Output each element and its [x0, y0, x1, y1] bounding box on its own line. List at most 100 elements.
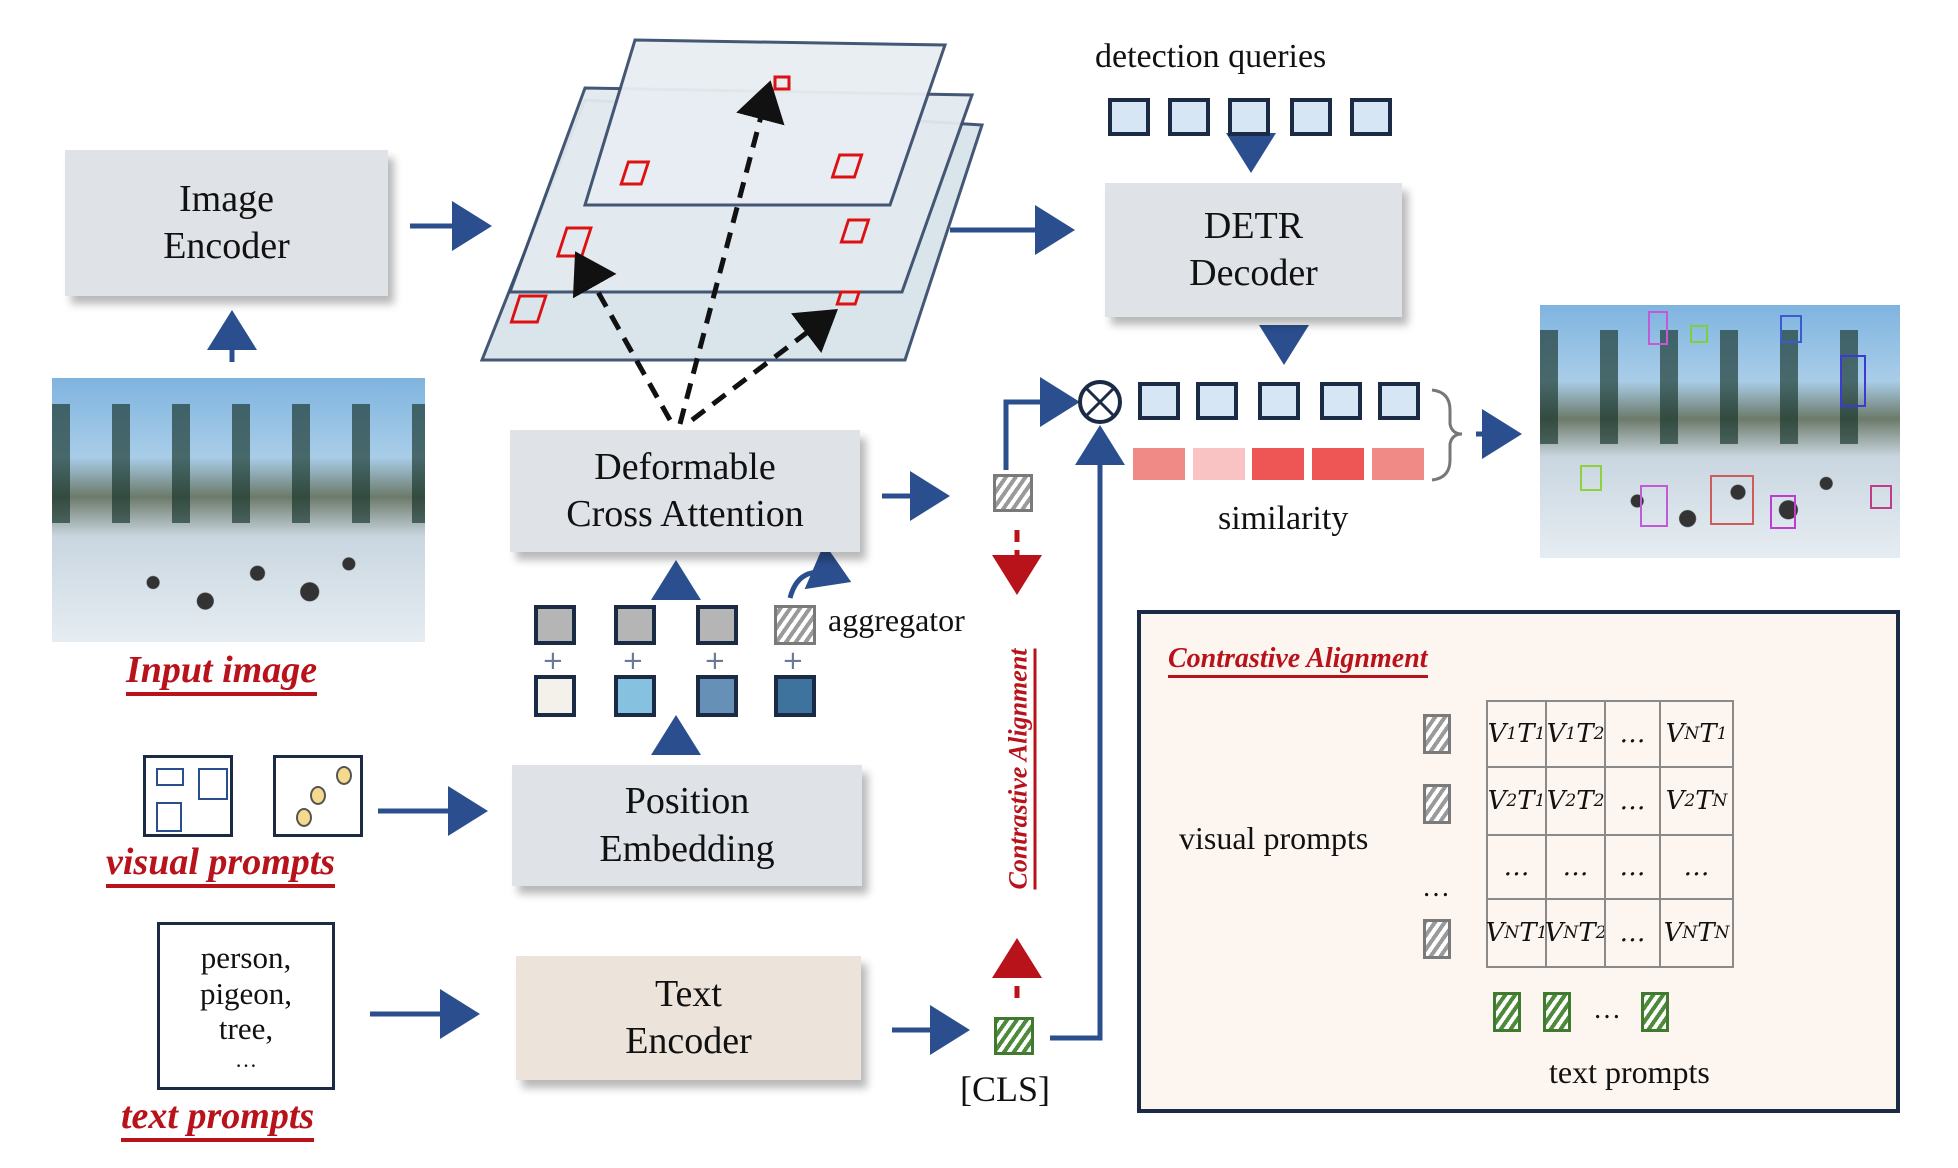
text-prompt-item: pigeon,	[199, 975, 293, 1011]
detection-box	[1870, 485, 1892, 509]
deformable-cross-attention-block: Deformable Cross Attention	[510, 430, 860, 552]
dca-line-2: Cross Attention	[566, 493, 804, 535]
matrix-cell: VNT2	[1545, 898, 1606, 968]
text-encoder-block: Text Encoder	[516, 956, 861, 1080]
position-embedding-line-2: Embedding	[599, 827, 775, 870]
input-image-label: Input image	[126, 649, 318, 696]
output-query	[1138, 382, 1180, 420]
text-prompts-box: person, pigeon, tree, …	[157, 922, 335, 1090]
similarity-label: similarity	[1218, 500, 1349, 537]
detection-box	[1780, 315, 1802, 343]
similarity-score	[1252, 448, 1304, 480]
matrix-cell: …	[1545, 834, 1606, 900]
position-token	[774, 675, 816, 717]
matrix-cell: …	[1604, 766, 1661, 836]
matrix-cell: VNT1	[1659, 700, 1734, 768]
brace	[1431, 388, 1463, 482]
output-query	[1258, 382, 1300, 420]
detection-box	[1690, 325, 1708, 343]
matrix-cell: …	[1604, 834, 1661, 900]
text-prompt-embedding	[1543, 992, 1571, 1032]
arrow-cls-to-multiply	[1050, 425, 1125, 1041]
aggregator-token	[774, 605, 816, 645]
similarity-score	[1372, 448, 1424, 480]
contrastive-alignment-vertical-label: Contrastive Alignment	[1000, 638, 1040, 900]
detection-box	[1580, 465, 1602, 491]
text-encoder-line-1: Text	[655, 972, 722, 1015]
multiply-icon	[1078, 380, 1122, 424]
matrix-cell: V1T2	[1545, 700, 1606, 768]
input-image-photo	[52, 378, 425, 642]
detection-box	[1648, 311, 1668, 345]
visual-prompt-embedding	[1423, 714, 1451, 754]
image-encoder-line-1: Image	[179, 177, 274, 220]
text-prompts-ellipsis: …	[1593, 994, 1621, 1025]
position-embedding-block: Position Embedding	[512, 765, 862, 886]
cls-label: [CLS]	[960, 1069, 1050, 1109]
matrix-cell: V1T1	[1486, 700, 1547, 768]
text-prompts-label: text prompts	[121, 1095, 315, 1142]
visual-token	[614, 605, 656, 645]
aggregator-curve-arrow	[787, 543, 852, 599]
similarity-matrix: V 1 T 1 V 1 T 2… V N T 1 V 2 T 1 V 2 T 2… V 2 T N………… V N T 1 V N T 2… V…	[1486, 700, 1740, 974]
detection-query	[1290, 98, 1332, 136]
similarity-score	[1133, 448, 1185, 480]
plus-sign: +	[622, 646, 644, 676]
aggregator-label: aggregator	[828, 602, 965, 638]
matrix-cell: …	[1486, 834, 1547, 900]
visual-token	[696, 605, 738, 645]
cls-text-embedding	[994, 1017, 1034, 1055]
detection-query	[1350, 98, 1392, 136]
visual-prompts-ellipsis: …	[1422, 872, 1450, 903]
output-query	[1378, 382, 1420, 420]
feature-pyramid	[479, 38, 985, 425]
output-detection-image	[1540, 305, 1900, 558]
detection-box	[1710, 475, 1754, 525]
text-prompt-embedding	[1493, 992, 1521, 1032]
image-encoder-line-2: Encoder	[163, 225, 290, 267]
visual-prompts-label: visual prompts	[106, 841, 336, 888]
point-prompt-icon	[273, 755, 363, 837]
plus-sign: +	[782, 646, 804, 676]
position-token	[534, 675, 576, 717]
similarity-score	[1193, 448, 1245, 480]
position-embedding-line-1: Position	[624, 780, 750, 822]
text-prompt-embedding	[1641, 992, 1669, 1032]
contrastive-alignment-title: Contrastive Alignment	[1168, 643, 1428, 678]
detr-decoder-line-1: DETR	[1203, 204, 1304, 247]
matrix-cell: V2T2	[1545, 766, 1606, 836]
matrix-cell: …	[1604, 700, 1661, 768]
dca-line-1: Deformable	[594, 445, 776, 488]
detection-query	[1168, 98, 1210, 136]
similarity-score	[1312, 448, 1364, 480]
contrastive-alignment-panel: Contrastive Alignment visual prompts tex…	[1137, 610, 1900, 1113]
detection-box	[1770, 495, 1796, 529]
output-query	[1196, 382, 1238, 420]
matrix-cell: VNT1	[1486, 898, 1547, 968]
text-prompt-item: person,	[200, 939, 292, 975]
detection-query	[1108, 98, 1150, 136]
visual-prompt-embedding	[1423, 919, 1451, 959]
visual-prompts-axis-label: visual prompts	[1179, 820, 1369, 856]
visual-token	[534, 605, 576, 645]
arrow-aggregated-to-multiply	[1003, 377, 1080, 470]
detr-decoder-line-2: Decoder	[1189, 252, 1318, 294]
matrix-cell: V2TN	[1659, 766, 1734, 836]
matrix-cell: V2T1	[1486, 766, 1547, 836]
text-prompt-item: tree,	[218, 1011, 274, 1047]
output-query	[1320, 382, 1362, 420]
text-prompt-item: …	[235, 1046, 257, 1072]
detection-query	[1228, 98, 1270, 136]
plus-sign: +	[704, 646, 726, 676]
position-token	[614, 675, 656, 717]
matrix-cell: VNTN	[1659, 898, 1734, 968]
matrix-cell: …	[1659, 834, 1734, 900]
detection-box	[1640, 485, 1668, 527]
text-prompts-axis-label: text prompts	[1549, 1054, 1710, 1090]
aggregated-visual-embedding	[993, 474, 1033, 512]
image-encoder-block: Image Encoder	[65, 150, 388, 296]
detection-queries-label: detection queries	[1095, 38, 1327, 75]
matrix-cell: …	[1604, 898, 1661, 968]
position-token	[696, 675, 738, 717]
detection-box	[1840, 355, 1866, 407]
